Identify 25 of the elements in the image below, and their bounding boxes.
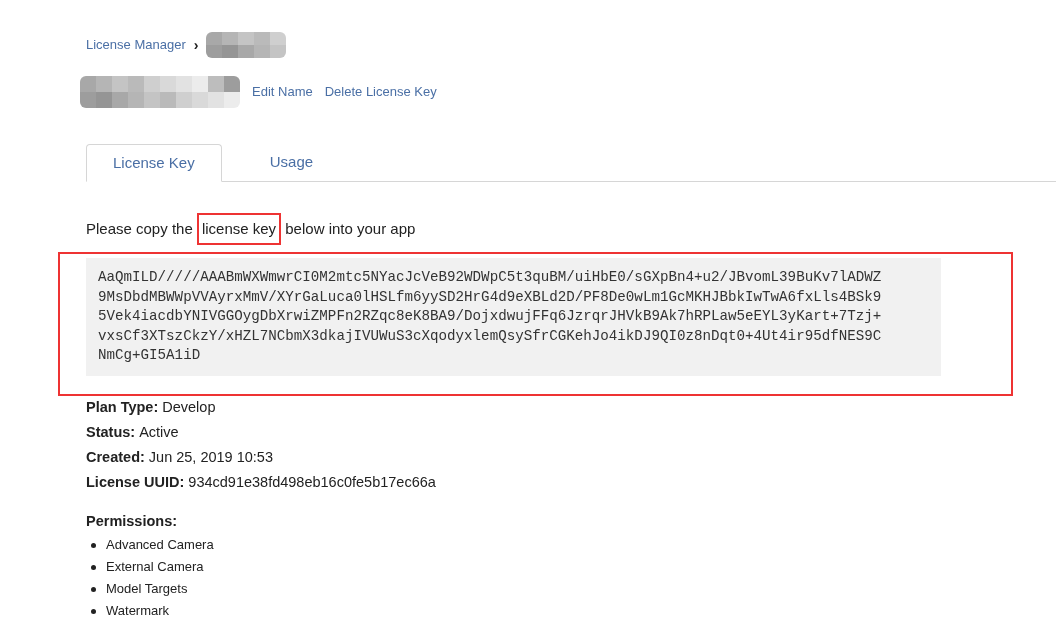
bullet-icon <box>91 608 96 614</box>
permission-item: Advanced Camera <box>106 536 214 555</box>
permission-item: External Camera <box>106 558 204 577</box>
bullet-icon <box>91 542 96 548</box>
detail-label: Status: <box>86 423 136 442</box>
breadcrumb-link[interactable]: License Manager <box>86 35 186 55</box>
detail-label: Plan Type: <box>86 398 159 417</box>
detail-label: Created: <box>86 448 145 467</box>
detail-value: Develop <box>162 398 216 417</box>
instruction-text: Please copy the license key below into your app <box>86 212 1056 246</box>
permission-item: Watermark <box>106 602 170 621</box>
bullet-icon <box>91 586 96 592</box>
action-link[interactable]: Delete License Key <box>324 82 437 102</box>
license-key-block: AaQmILD/////AAABmWXWmwrCI0M2mtc5NYacJcVeB92WDWpC5t3quBM/uiHbE0/sGXpBn4+u2/JBvomL39BuKv7lADWZ 9MsDbdMBWWpVVAyrxMmV/XYrGaLuca0lHSLfm6yySD2HrG4d9eXBLd2D/PF8De0wLm1GcMKHJBbkIwTwA6fxLls4BSk9 5Vek4iacdbYNIVGGOygDbXrwiZMPFn2RZqc8eK8BA9/DojxdwujFFq6JzrqrJHVkB9Ak7hRPLaw5eEYL3yKart+7Tzj+ vxsCf3XTszCkzY/xHZL7NCbmX3dkajIVUWuS3cXqodyxlemQsySfrCGKehJo4ikDJ9QI0z8nDqt0+4Ut4ir95dfNES9C NmCg+GI5A1iD <box>86 258 941 376</box>
breadcrumb-separator: › <box>193 35 199 55</box>
permissions-heading: Permissions: <box>86 512 179 530</box>
bullet-icon <box>91 564 96 570</box>
detail-value: Jun 25, 2019 10:53 <box>148 448 273 467</box>
permission-item: Model Targets <box>106 580 188 599</box>
detail-value: Active <box>139 423 179 442</box>
detail-label: License UUID: <box>86 473 185 492</box>
action-link[interactable]: Edit Name <box>252 82 313 102</box>
tab[interactable]: Usage <box>221 143 362 181</box>
detail-value: 934cd91e38fd498eb16c0fe5b17ec66a <box>188 473 436 492</box>
tab[interactable]: License Key <box>86 144 222 182</box>
